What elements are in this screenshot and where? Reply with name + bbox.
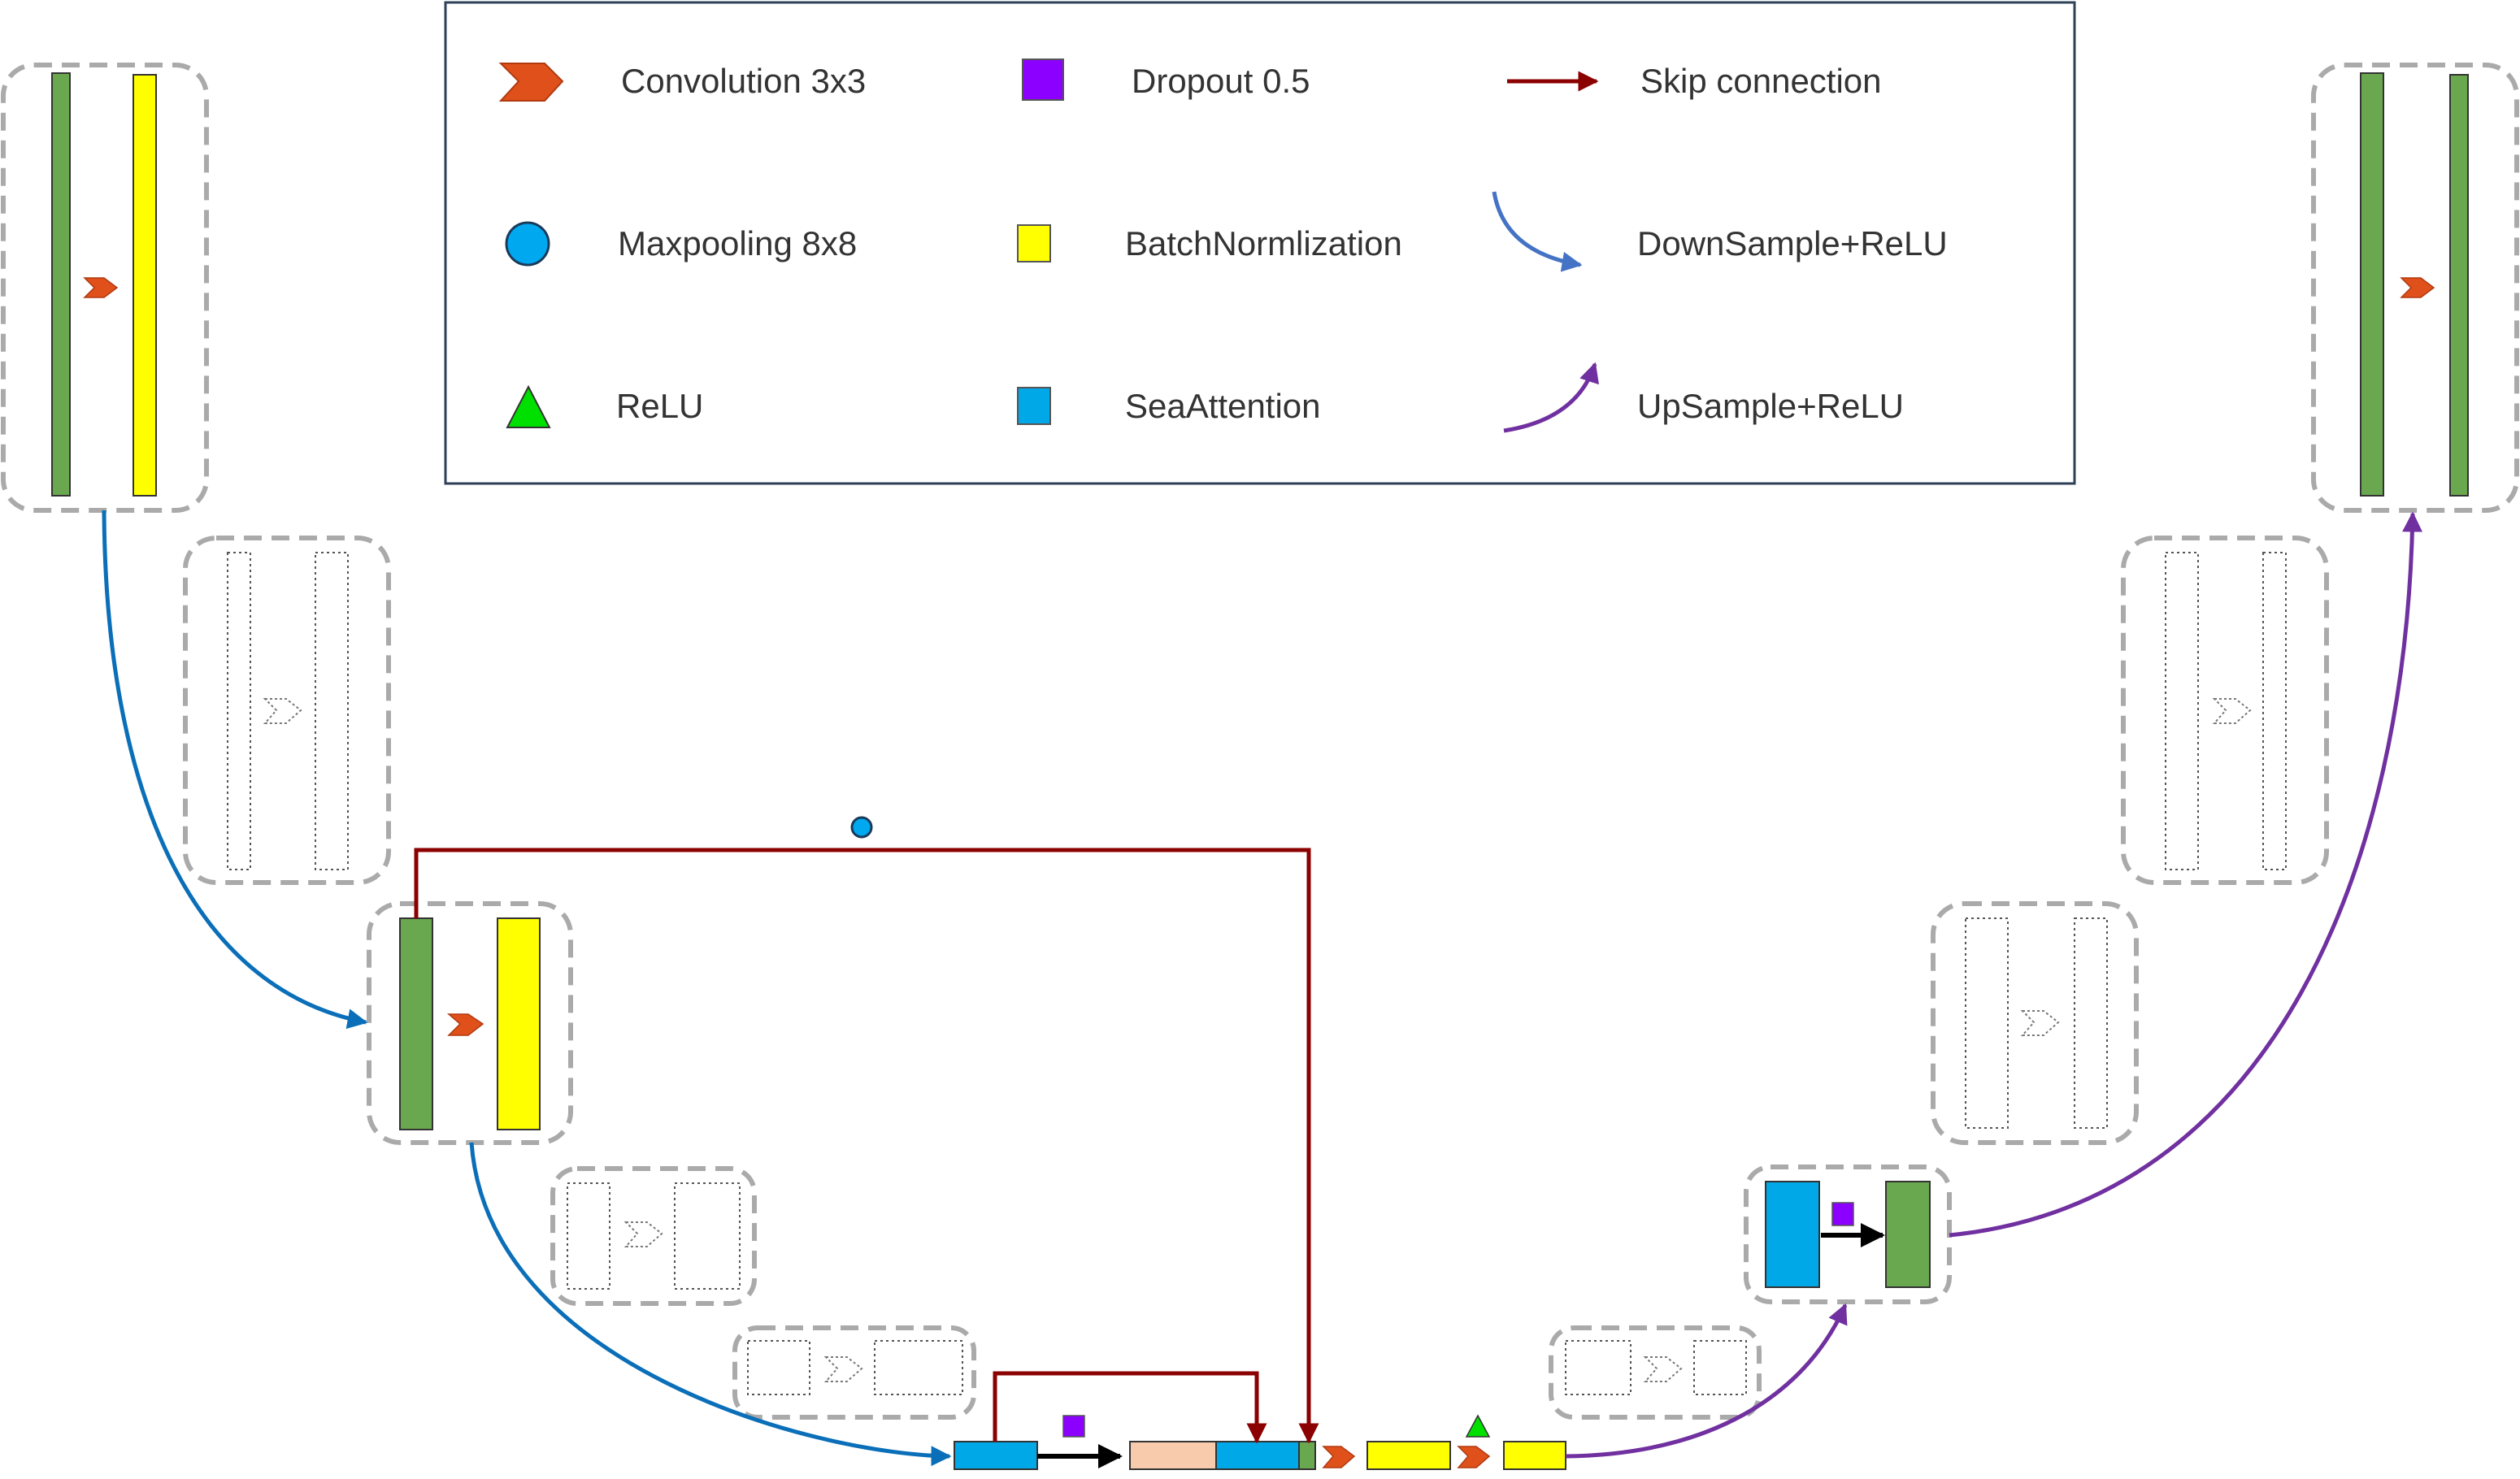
decoder-block-1-green-block-left <box>2360 72 2384 497</box>
ghost-block-left-3-convolution-icon <box>823 1356 863 1382</box>
dropout-square-icon <box>1022 59 1064 101</box>
ghost-block-left-3-conv <box>747 1340 810 1395</box>
ghost-block-right-3-convolution-icon <box>1643 1356 1683 1382</box>
ghost-block-left-2-convolution-icon <box>623 1221 663 1247</box>
batchnorm-square-icon <box>1017 224 1051 262</box>
legend-label-seaattention: SeaAttention <box>1125 387 1321 425</box>
skip-connection-short <box>993 1371 1267 1444</box>
decoder-block-2-dropout <box>1831 1202 1854 1226</box>
bottleneck-convolution-icon-2 <box>1457 1446 1491 1468</box>
bottleneck-relu-icon <box>1465 1414 1491 1438</box>
encoder-block-2 <box>367 901 573 1145</box>
decoder-block-2-seaattention <box>1765 1181 1820 1288</box>
bottleneck <box>954 1414 1566 1470</box>
bottleneck-seaattention-block-1 <box>954 1441 1038 1470</box>
decoder-block-1-green-block-right <box>2449 74 2469 497</box>
legend-label-skip-connection: Skip connection <box>1640 62 1882 100</box>
ghost-block-left-2 <box>550 1166 757 1306</box>
skip-connection-maxpooling-icon <box>850 816 873 839</box>
decoder-block-2 <box>1744 1165 1952 1304</box>
legend-label-convolution: Convolution 3x3 <box>621 62 866 100</box>
bottleneck-peach-block <box>1129 1441 1217 1470</box>
ghost-block-right-2-batchnorm <box>2074 917 2108 1129</box>
ghost-block-left-1-conv <box>227 552 251 870</box>
bottleneck-dropout <box>1062 1415 1085 1438</box>
downsample-arrow-level2-to-bottleneck <box>469 1142 952 1467</box>
bottleneck-green-block <box>1298 1441 1316 1470</box>
ghost-block-right-1-convolution-icon <box>2212 698 2252 724</box>
legend-label-dropout: Dropout 0.5 <box>1132 62 1310 100</box>
bottleneck-batchnorm-1 <box>1366 1441 1451 1470</box>
upsample-arrow-decoder2-to-decoder1 <box>1949 511 2423 1238</box>
ghost-block-left-3-batchnorm <box>874 1340 963 1395</box>
encoder-block-1-conv-feature <box>51 72 71 497</box>
legend: Convolution 3x3 Dropout 0.5 Skip connect… <box>444 1 2076 485</box>
ghost-block-right-3 <box>1549 1325 1762 1420</box>
skip-connection-long <box>414 848 1319 1444</box>
decoder-block-1 <box>2311 63 2519 513</box>
ghost-block-left-1-batchnorm <box>315 552 349 870</box>
encoder-block-2-conv-feature <box>399 917 433 1130</box>
ghost-block-left-2-batchnorm <box>674 1182 741 1290</box>
downsample-arrow-level1-to-level2 <box>102 510 368 1030</box>
encoder-block-1 <box>1 63 209 513</box>
encoder-block-2-convolution-icon <box>446 1013 484 1036</box>
ghost-block-left-1 <box>183 536 391 885</box>
maxpooling-circle-icon <box>505 221 550 267</box>
ghost-block-right-2-conv <box>1965 917 2009 1129</box>
encoder-block-1-convolution-icon <box>83 277 119 298</box>
unet-architecture-diagram: Convolution 3x3 Dropout 0.5 Skip connect… <box>1 1 2519 1470</box>
ghost-block-right-2-convolution-icon <box>2020 1010 2060 1036</box>
ghost-block-right-2 <box>1931 901 2139 1145</box>
bottleneck-seaattention-block-2 <box>1215 1441 1300 1470</box>
encoder-block-2-batchnorm <box>497 917 541 1130</box>
ghost-block-right-1-batchnorm <box>2262 552 2287 870</box>
encoder-block-1-batchnorm <box>133 74 157 497</box>
ghost-block-right-1-conv <box>2165 552 2199 870</box>
legend-label-relu: ReLU <box>616 387 703 425</box>
ghost-block-left-1-frame <box>183 536 391 885</box>
ghost-block-left-2-conv <box>567 1182 610 1290</box>
ghost-block-right-3-batchnorm <box>1693 1340 1747 1395</box>
ghost-block-right-2-frame <box>1931 901 2139 1145</box>
ghost-block-right-3-conv <box>1565 1340 1631 1395</box>
ghost-block-right-1 <box>2121 536 2329 885</box>
legend-label-batchnorm: BatchNormlization <box>1125 224 1402 262</box>
ghost-block-left-1-convolution-icon <box>263 698 302 724</box>
ghost-block-left-2-frame <box>550 1166 757 1306</box>
legend-label-downsample: DownSample+ReLU <box>1637 224 1948 262</box>
seaattention-square-icon <box>1017 387 1051 425</box>
bottleneck-convolution-icon-1 <box>1322 1446 1356 1468</box>
legend-label-upsample: UpSample+ReLU <box>1637 387 1904 425</box>
legend-label-maxpooling: Maxpooling 8x8 <box>618 224 857 262</box>
decoder-block-2-green-block <box>1885 1181 1931 1288</box>
bottleneck-batchnorm-2 <box>1503 1441 1566 1470</box>
ghost-block-left-3 <box>732 1325 976 1420</box>
ghost-block-right-3-frame <box>1549 1325 1762 1420</box>
decoder-block-1-convolution-icon <box>2400 277 2435 298</box>
